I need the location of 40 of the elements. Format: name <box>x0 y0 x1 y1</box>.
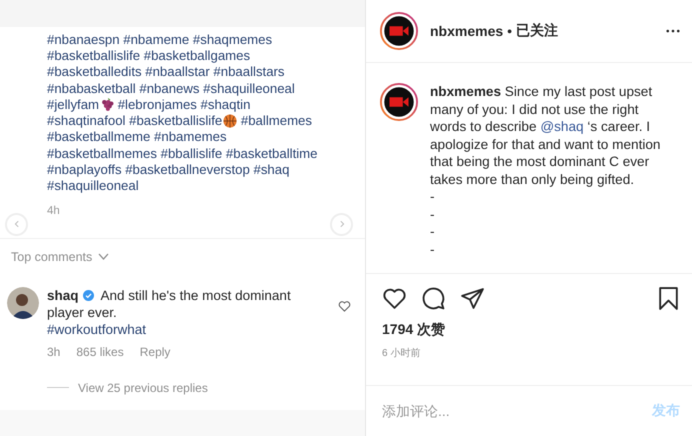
post-age: 6 小时前 <box>381 346 422 360</box>
hashtag-text[interactable]: #ballmemes <box>237 113 312 128</box>
chevron-down-icon[interactable] <box>98 253 110 260</box>
comment-hashtag[interactable]: #workoutforwhat <box>47 320 338 338</box>
caption-dash: - <box>430 240 436 258</box>
caption-text: nbxmemes Since my last post upset many of you: I did not use the right words to describe @shaq ‘s career. I apologize for that and want to mention that being the most dominant C ever takes more than only being gifted. <box>430 83 662 188</box>
more-options-icon[interactable] <box>666 29 680 33</box>
hashtag-text[interactable]: #lebronjames #shaqtin <box>114 96 250 112</box>
share-icon[interactable] <box>460 286 485 311</box>
basketball-icon <box>223 114 238 128</box>
avatar[interactable] <box>7 286 39 319</box>
heart-icon[interactable] <box>338 300 351 312</box>
comment-icon[interactable] <box>421 286 446 311</box>
comment-time: 3h <box>47 344 60 359</box>
mention-link[interactable]: @shaq <box>540 119 584 134</box>
comment-input[interactable]: 添加评论... <box>382 403 652 419</box>
hashtag-text[interactable]: #jellyfam <box>47 96 100 112</box>
caption-dash: - <box>430 188 436 206</box>
separator-dot: • <box>507 23 512 39</box>
following-status[interactable]: 已关注 <box>516 22 558 40</box>
hashtag-text[interactable]: #nbabasketball #nbanews #shaquilleoneal <box>47 80 295 96</box>
post-time: 4h <box>46 204 61 219</box>
account-username[interactable]: nbxmemes <box>430 23 504 39</box>
hashtag-text[interactable]: #nbanaespn #nbameme #shaqmemes <box>47 32 272 47</box>
hashtag-text[interactable]: #nbaplayoffs #basketballneverstop #shaq <box>47 162 290 178</box>
account-avatar[interactable] <box>380 83 418 121</box>
like-heart-icon[interactable] <box>382 286 407 311</box>
caption-dash: - <box>430 223 436 240</box>
hashtag-text[interactable]: #shaquilleoneal <box>47 178 139 194</box>
likes-count[interactable]: 1794 次赞 <box>366 311 692 339</box>
hashtag-text[interactable]: #basketballislife #basketballgames <box>47 48 250 63</box>
hashtag-text[interactable]: #shaqtinafool #basketballislife <box>47 113 222 128</box>
caption-dash: - <box>430 206 436 223</box>
account-avatar[interactable] <box>380 12 418 50</box>
bookmark-icon[interactable] <box>656 286 681 311</box>
grapes-icon <box>100 97 114 112</box>
comment-text: shaq And still he's the most dominant player ever. <box>47 286 292 321</box>
hashtag-text[interactable]: #basketballedits #nbaallstar #nbaallstars <box>47 64 285 80</box>
hashtag-text[interactable]: #basketballmemes #bballislife #basketballtime <box>47 146 318 161</box>
hashtag-text[interactable]: #basketballmeme #nbamemes <box>47 129 227 144</box>
